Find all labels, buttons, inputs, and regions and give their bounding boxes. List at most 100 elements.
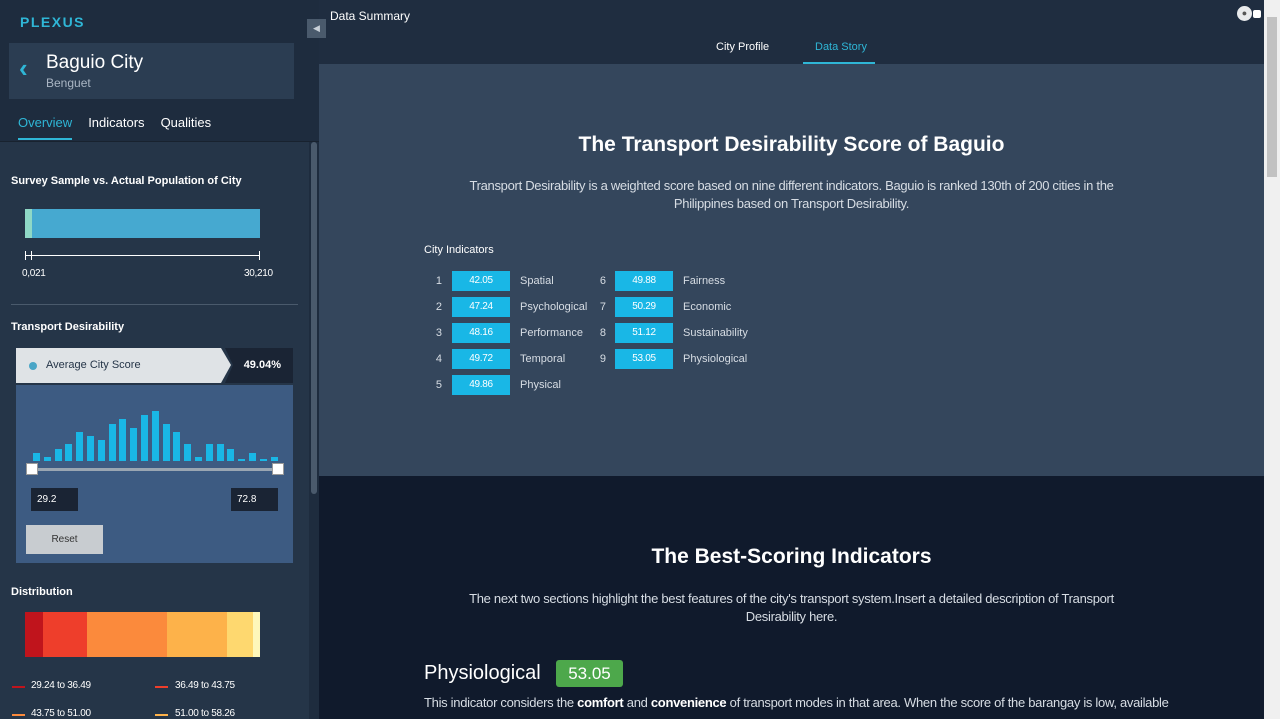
- reset-button[interactable]: Reset: [26, 525, 103, 554]
- score-section: [319, 64, 1264, 476]
- indicator-name: Temporal: [520, 353, 566, 365]
- description-line: Philippines based on Transport Desirabil…: [673, 196, 910, 211]
- indicator-rank: 4: [435, 353, 442, 365]
- score-value-area: 49.04%: [225, 348, 293, 383]
- indicator-name: Economic: [683, 301, 732, 313]
- population-bar: [25, 209, 260, 238]
- sample-bar-fill: [25, 209, 33, 238]
- text-run: This indicator considers the: [424, 695, 578, 710]
- indicator-rank: 6: [599, 275, 606, 287]
- settings-icon[interactable]: ●: [1237, 6, 1252, 21]
- best-indicator-score: 53.05: [556, 660, 623, 687]
- sidebar-scrollbar[interactable]: [311, 142, 317, 494]
- indicator-name: Fairness: [683, 275, 726, 287]
- histogram-bar: [216, 444, 224, 461]
- transport-title: Transport Desirability: [11, 321, 125, 333]
- tab-overview[interactable]: Overview: [18, 115, 73, 140]
- description-line: Desirability here.: [745, 609, 838, 624]
- legend-label: 36.49 to 43.75: [175, 680, 235, 691]
- axis-tick: [259, 251, 260, 260]
- city-indicators-title: City Indicators: [424, 244, 494, 256]
- indicator-score-badge: 42.05: [452, 271, 510, 291]
- indicator-rank: 5: [435, 379, 442, 391]
- range-slider-max-handle[interactable]: [272, 463, 284, 475]
- city-card: ‹ Baguio City Benguet: [9, 43, 294, 99]
- histogram-bar: [195, 456, 202, 461]
- range-slider-track[interactable]: [31, 468, 278, 471]
- axis-tick: [31, 251, 32, 260]
- histogram-bar: [65, 444, 73, 461]
- histogram-bar: [33, 452, 40, 461]
- tab-indicators[interactable]: Indicators: [88, 115, 144, 140]
- indicator-score-badge: 49.86: [452, 375, 510, 395]
- section-description: Transport Desirability is a weighted sco…: [440, 177, 1143, 213]
- indicator-score-badge: 50.29: [615, 297, 673, 317]
- sample-label: 0,021: [22, 268, 46, 279]
- score-dot-icon: [29, 362, 37, 370]
- survey-title: Survey Sample vs. Actual Population of C…: [11, 175, 242, 187]
- indicator-rank: 2: [435, 301, 442, 313]
- city-name: Baguio City: [46, 52, 144, 73]
- score-label: Average City Score: [46, 359, 141, 371]
- best-indicator-text: This indicator considers the comfort and…: [424, 692, 1184, 719]
- distribution-segment: [87, 612, 167, 657]
- range-slider-min-handle[interactable]: [26, 463, 38, 475]
- window-icon[interactable]: [1253, 10, 1261, 18]
- indicator-name: Physiological: [683, 353, 748, 365]
- axis-tick: [25, 251, 26, 260]
- tab-qualities[interactable]: Qualities: [161, 115, 212, 140]
- legend-swatch: [155, 714, 168, 716]
- histogram-bar: [238, 459, 246, 461]
- section-divider: [11, 304, 298, 305]
- indicator-rank: 3: [435, 327, 442, 339]
- text-run: and: [623, 695, 651, 710]
- max-value-input[interactable]: 72.8: [231, 488, 278, 511]
- distribution-title: Distribution: [11, 586, 73, 598]
- population-label: 30,210: [244, 268, 273, 279]
- indicator-score-badge: 47.24: [452, 297, 510, 317]
- section-description: The next two sections highlight the best…: [440, 590, 1143, 626]
- distribution-segment: [167, 612, 227, 657]
- legend-swatch: [12, 714, 25, 716]
- legend-swatch: [155, 686, 168, 688]
- indicator-score-badge: 51.12: [615, 323, 673, 343]
- main-scrollbar-thumb[interactable]: [1267, 17, 1277, 177]
- section-heading: The Best-Scoring Indicators: [651, 545, 932, 568]
- indicator-name: Psychological: [520, 301, 588, 313]
- back-chevron-icon[interactable]: ‹: [19, 55, 39, 81]
- page-title: Data Summary: [330, 9, 411, 23]
- sidebar: PLEXUS ‹ Baguio City Benguet Overview In…: [0, 0, 319, 719]
- indicator-name: Sustainability: [683, 327, 748, 339]
- indicator-score-badge: 49.88: [615, 271, 673, 291]
- histogram-bar: [184, 444, 192, 461]
- histogram-bar: [162, 423, 170, 461]
- collapse-sidebar-button[interactable]: ◀: [307, 19, 326, 38]
- histogram-bar: [227, 448, 235, 461]
- legend-label: 29.24 to 36.49: [31, 680, 91, 691]
- description-line: Transport Desirability is a weighted sco…: [469, 178, 1114, 193]
- histogram-bar: [270, 456, 278, 461]
- histogram-bar: [108, 423, 116, 461]
- best-indicator-title: Physiological: [424, 662, 541, 684]
- histogram-bar: [97, 440, 105, 461]
- legend-label: 43.75 to 51.00: [31, 708, 91, 719]
- histogram-bar: [54, 448, 62, 461]
- indicator-name: Spatial: [520, 275, 554, 287]
- indicator-rank: 8: [599, 327, 606, 339]
- indicator-rank: 9: [599, 353, 606, 365]
- distribution-segment: [253, 612, 260, 657]
- indicator-name: Physical: [520, 379, 561, 391]
- distribution-bar: [25, 612, 260, 657]
- distribution-segment: [227, 612, 253, 657]
- tab-city-profile[interactable]: City Profile: [716, 41, 769, 53]
- city-province: Benguet: [46, 76, 91, 90]
- min-value-input[interactable]: 29.2: [31, 488, 78, 511]
- histogram-bar: [151, 411, 159, 461]
- tab-data-story[interactable]: Data Story: [815, 41, 867, 53]
- indicator-rank: 7: [599, 301, 606, 313]
- description-line: The next two sections highlight the best…: [469, 591, 1114, 606]
- histogram-bar: [76, 431, 84, 461]
- histogram-bar: [173, 431, 181, 461]
- histogram-bar: [43, 456, 51, 461]
- average-score-pill: Average City Score 49.04%: [16, 348, 293, 383]
